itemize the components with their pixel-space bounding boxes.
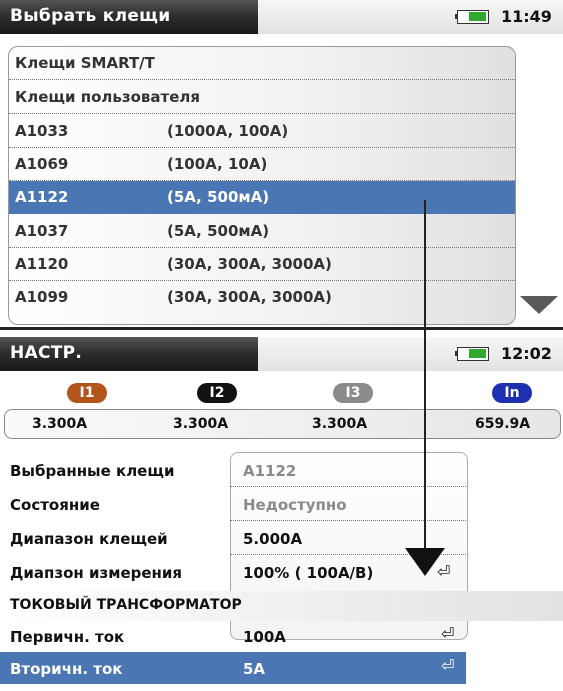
enter-icon[interactable]: ⏎ (441, 624, 454, 643)
state-label: Состояние (10, 496, 100, 514)
bottom-title-panel: НАСТР. (0, 337, 258, 371)
bottom-title-bar: НАСТР. 12:02 (0, 337, 563, 371)
channel-badge-i2: I2 (197, 383, 237, 403)
triangle-down-icon[interactable] (520, 296, 558, 314)
clamp-name: A1120 (15, 255, 69, 273)
clamp-name: Клещи SMART/T (15, 54, 155, 72)
top-title-panel: Выбрать клещи (0, 0, 258, 34)
clamp-range-label: Диапазон клещей (10, 530, 168, 548)
battery-icon (455, 10, 489, 24)
channel-value-i2: 3.300A (173, 416, 229, 432)
clamp-name: A1037 (15, 222, 69, 240)
clamp-range-value: 5.000A (243, 530, 303, 548)
clamp-list-item[interactable]: A1037 (5A, 500мA) (9, 215, 515, 248)
clamp-range: (30A, 300A, 3000A) (167, 255, 332, 273)
top-clock: 11:49 (501, 7, 552, 26)
state-value: Недоступно (243, 496, 347, 514)
selected-clamp-value: A1122 (243, 462, 297, 480)
clamp-list-item[interactable]: Клещи пользователя (9, 81, 515, 114)
top-screen-title: Выбрать клещи (10, 6, 171, 26)
clamp-list-item-selected[interactable]: A1122 (5A, 500мA) (9, 181, 515, 214)
clamp-name: Клещи пользователя (15, 88, 200, 106)
row-divider (230, 520, 466, 521)
ct-section-title: ТОКОВЫЙ ТРАНСФОРМАТОР (10, 597, 242, 613)
clamp-list: Клещи SMART/T Клещи пользователя A1033 (… (8, 46, 516, 325)
channel-values-bar: 3.300A 3.300A 3.300A 659.9A (4, 409, 561, 439)
secondary-current-value[interactable]: 5A (243, 660, 265, 678)
bottom-clock: 12:02 (501, 344, 552, 363)
primary-current-value[interactable]: 100A (243, 628, 286, 646)
primary-current-label: Первичн. ток (10, 628, 125, 646)
clamp-range: (5A, 500мA) (167, 188, 270, 206)
clamp-range: (30A, 300A, 3000A) (167, 288, 332, 306)
ct-section-header: ТОКОВЫЙ ТРАНСФОРМАТОР (4, 591, 563, 621)
clamp-range: (100A, 10A) (167, 155, 268, 173)
clamp-range: (5A, 500мA) (167, 222, 270, 240)
clamp-list-item[interactable]: A1033 (1000A, 100A) (9, 115, 515, 148)
enter-icon[interactable]: ⏎ (441, 656, 454, 675)
selected-clamp-label: Выбранные клещи (10, 462, 175, 480)
channel-value-in: 659.9A (475, 416, 531, 432)
secondary-current-label: Вторичн. ток (10, 660, 123, 678)
channel-badge-in: In (492, 383, 532, 403)
channel-badge-i1: I1 (67, 383, 107, 403)
screen-divider (0, 327, 563, 330)
battery-icon (455, 347, 489, 361)
bottom-screen-title: НАСТР. (10, 343, 83, 363)
clamp-list-item[interactable]: A1120 (30A, 300A, 3000A) (9, 248, 515, 281)
channel-badge-i3: I3 (333, 383, 373, 403)
top-title-bar: Выбрать клещи 11:49 (0, 0, 563, 34)
clamp-name: A1069 (15, 155, 69, 173)
channel-value-i3: 3.300A (312, 416, 368, 432)
row-divider (230, 486, 466, 487)
annotation-arrow-line (424, 200, 426, 558)
clamp-name: A1122 (15, 188, 69, 206)
clamp-list-item[interactable]: A1069 (100A, 10A) (9, 148, 515, 181)
clamp-name: A1033 (15, 122, 69, 140)
channel-value-i1: 3.300A (32, 416, 88, 432)
clamp-list-item[interactable]: A1099 (30A, 300A, 3000A) (9, 281, 515, 313)
clamp-range: (1000A, 100A) (167, 122, 289, 140)
meas-range-value[interactable]: 100% ( 100A/В) (243, 564, 373, 582)
clamp-name: A1099 (15, 288, 69, 306)
arrow-down-icon (405, 548, 445, 576)
meas-range-label: Диапзон измерения (10, 564, 183, 582)
clamp-list-item[interactable]: Клещи SMART/T (9, 47, 515, 80)
